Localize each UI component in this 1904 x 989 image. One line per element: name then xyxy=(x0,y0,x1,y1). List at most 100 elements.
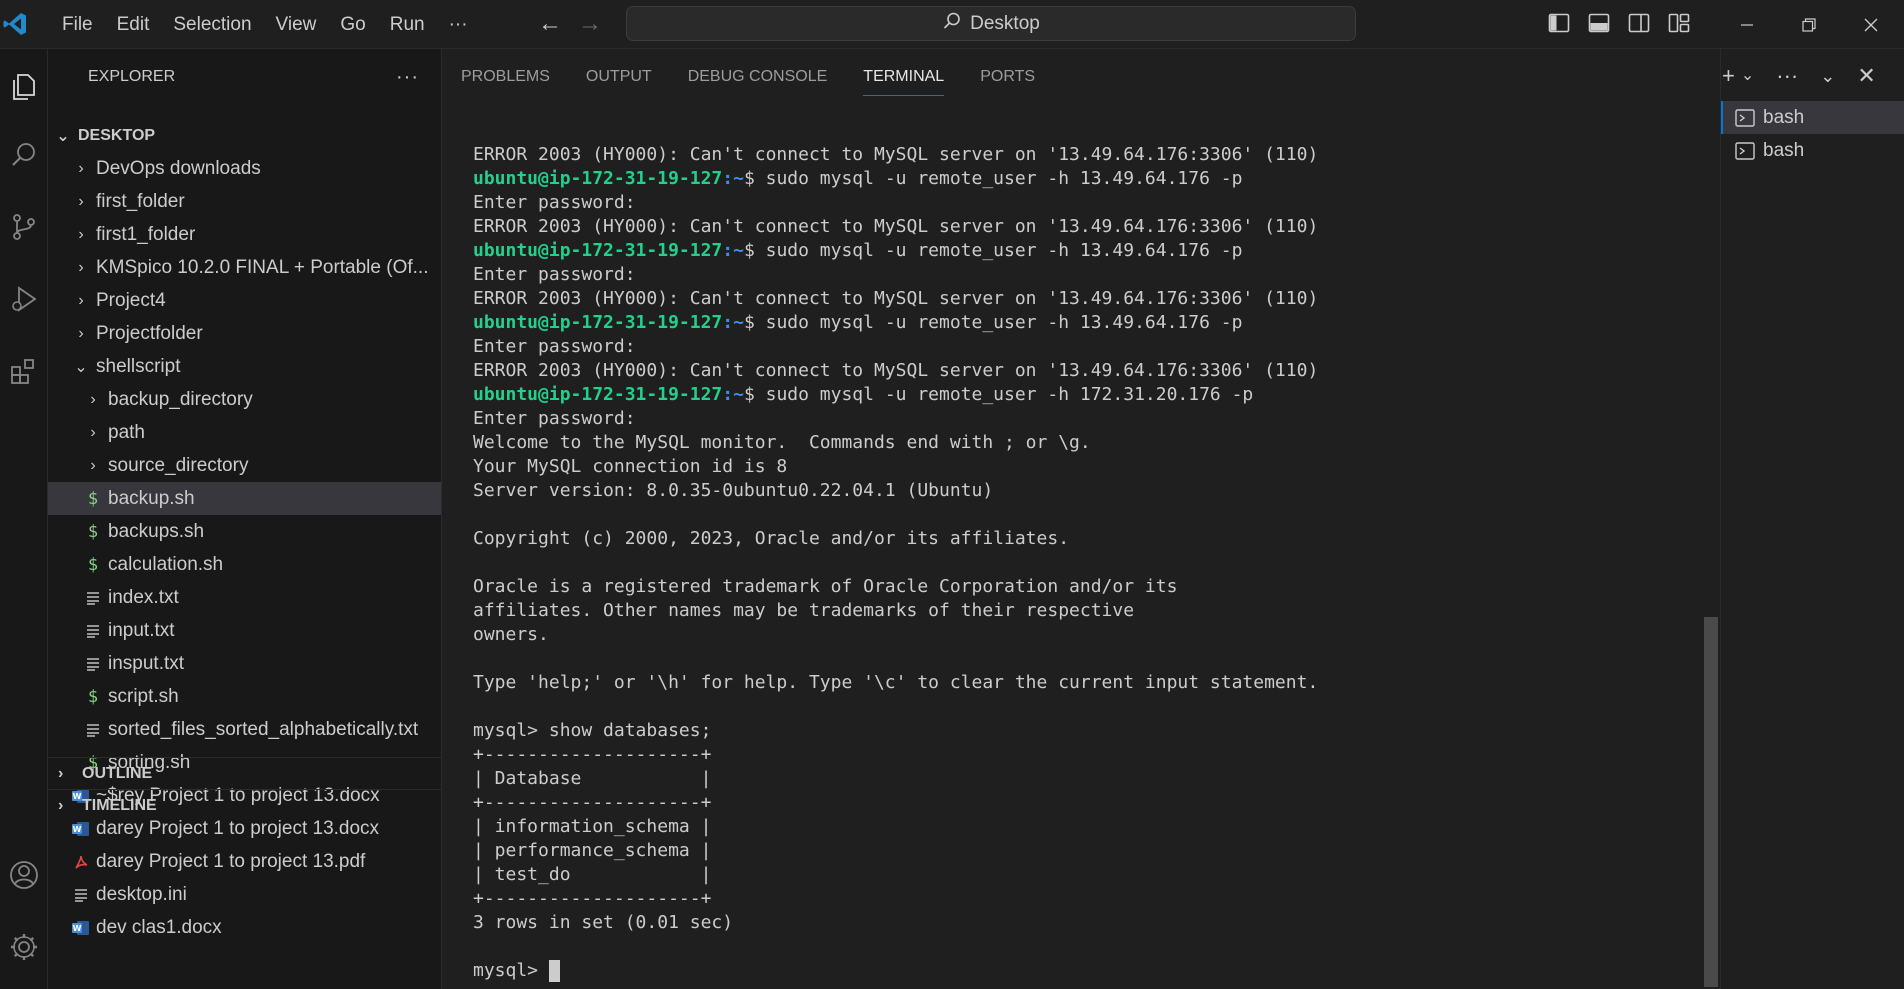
prompt-path: :~ xyxy=(722,168,744,189)
tree-file[interactable]: $ script.sh xyxy=(48,680,441,713)
timeline-label: TIMELINE xyxy=(82,796,157,814)
tree-folder[interactable]: › Project4 xyxy=(48,284,441,317)
terminal-line: mysql> xyxy=(473,959,1318,983)
terminal-line: Enter password: xyxy=(473,407,1318,431)
more-actions-icon[interactable]: ··· xyxy=(1776,62,1798,90)
output-text: Copyright (c) 2000, 2023, Oracle and/or … xyxy=(473,528,1070,549)
explorer-header: EXPLORER ··· xyxy=(48,49,441,105)
customize-layout-icon[interactable] xyxy=(1668,12,1690,39)
search-view-icon[interactable] xyxy=(4,135,44,175)
tree-folder[interactable]: › path xyxy=(48,416,441,449)
tree-file[interactable]: sorted_files_sorted_alphabetically.txt xyxy=(48,713,441,746)
tab-problems[interactable]: PROBLEMS xyxy=(443,49,568,105)
toggle-panel-icon[interactable] xyxy=(1588,12,1610,39)
outline-section[interactable]: › OUTLINE xyxy=(48,757,441,789)
text-file-icon xyxy=(84,657,102,671)
tree-folder[interactable]: › backup_directory xyxy=(48,383,441,416)
output-text: Type 'help;' or '\h' for help. Type '\c'… xyxy=(473,672,1319,693)
explorer-sidebar: EXPLORER ··· ⌄ DESKTOP › DevOps downloads… xyxy=(48,49,442,989)
tree-folder[interactable]: ⌄ shellscript xyxy=(48,350,441,383)
menu-more-icon[interactable]: ··· xyxy=(437,0,480,49)
terminal-line: +--------------------+ xyxy=(473,791,1318,815)
tab-terminal[interactable]: TERMINAL xyxy=(845,49,962,105)
tab-debug-console[interactable]: DEBUG CONSOLE xyxy=(670,49,846,105)
tab-ports[interactable]: PORTS xyxy=(962,49,1053,105)
settings-gear-icon[interactable] xyxy=(4,927,44,967)
tree-folder[interactable]: › first_folder xyxy=(48,185,441,218)
tree-file[interactable]: darey Project 1 to project 13.pdf xyxy=(48,845,441,878)
tree-file[interactable]: $ backups.sh xyxy=(48,515,441,548)
output-text: Your MySQL connection id is 8 xyxy=(473,456,788,477)
tree-file[interactable]: Wdev clas1.docx xyxy=(48,911,441,944)
toggle-primary-sidebar-icon[interactable] xyxy=(1548,12,1570,39)
layout-controls xyxy=(1548,12,1690,39)
menu-item[interactable]: Run xyxy=(378,0,437,49)
terminal-line: ubuntu@ip-172-31-19-127:~$ sudo mysql -u… xyxy=(473,383,1318,407)
new-terminal-icon[interactable]: + xyxy=(1722,62,1735,90)
tree-folder[interactable]: › KMSpico 10.2.0 FINAL + Portable (Of... xyxy=(48,251,441,284)
terminal-instance[interactable]: bash xyxy=(1721,101,1904,134)
run-debug-icon[interactable] xyxy=(4,279,44,319)
tree-item-label: first1_folder xyxy=(96,223,196,245)
terminal-output[interactable]: ERROR 2003 (HY000): Can't connect to MyS… xyxy=(473,143,1318,983)
shell-script-icon: $ xyxy=(87,521,99,542)
chevron-right-icon: › xyxy=(78,324,84,342)
terminal-line: 3 rows in set (0.01 sec) xyxy=(473,911,1318,935)
terminal-tabs-list: bash bash xyxy=(1720,49,1904,989)
new-terminal-dropdown-icon[interactable]: ⌄ xyxy=(1741,62,1754,90)
tab-output[interactable]: OUTPUT xyxy=(568,49,670,105)
source-control-icon[interactable] xyxy=(4,207,44,247)
prompt-user: ubuntu@ip-172-31-19-127 xyxy=(473,312,723,333)
output-text: | information_schema | xyxy=(473,816,712,837)
tree-folder[interactable]: › source_directory xyxy=(48,449,441,482)
tree-item-label: insput.txt xyxy=(108,652,185,674)
tree-file[interactable]: insput.txt xyxy=(48,647,441,680)
vscode-logo-icon xyxy=(0,9,30,39)
tree-file[interactable]: $ calculation.sh xyxy=(48,548,441,581)
tree-file[interactable]: input.txt xyxy=(48,614,441,647)
tree-item-label: backup_directory xyxy=(108,388,253,410)
tree-file[interactable]: desktop.ini xyxy=(48,878,441,911)
menu-item[interactable]: Edit xyxy=(105,0,162,49)
close-window-icon[interactable] xyxy=(1840,0,1902,49)
tree-item-label: desktop.ini xyxy=(96,883,187,905)
account-icon[interactable] xyxy=(4,855,44,895)
minimize-icon[interactable] xyxy=(1716,0,1778,49)
timeline-section[interactable]: › TIMELINE xyxy=(48,789,441,821)
workspace-root-desktop[interactable]: ⌄ DESKTOP xyxy=(48,119,441,152)
terminal-instance[interactable]: bash xyxy=(1721,134,1904,167)
maximize-panel-icon[interactable]: ⌄ xyxy=(1820,62,1835,90)
command-center-search[interactable]: Desktop xyxy=(626,6,1356,41)
toggle-secondary-sidebar-icon[interactable] xyxy=(1628,12,1650,39)
terminal-line: mysql> show databases; xyxy=(473,719,1318,743)
tree-folder[interactable]: › DevOps downloads xyxy=(48,152,441,185)
forward-arrow-icon[interactable]: → xyxy=(578,10,602,38)
menu-item[interactable]: View xyxy=(264,0,329,49)
tree-file[interactable]: $ backup.sh xyxy=(48,482,441,515)
terminal-line: ubuntu@ip-172-31-19-127:~$ sudo mysql -u… xyxy=(473,167,1318,191)
window-controls xyxy=(1716,0,1902,49)
menu-item[interactable]: File xyxy=(50,0,105,49)
explorer-more-actions-icon[interactable]: ··· xyxy=(396,66,419,89)
terminal-line: Copyright (c) 2000, 2023, Oracle and/or … xyxy=(473,527,1318,551)
close-panel-icon[interactable]: ✕ xyxy=(1857,62,1875,90)
terminal-scrollbar[interactable] xyxy=(1704,617,1718,987)
chevron-right-icon: › xyxy=(90,423,96,441)
menu-item[interactable]: Go xyxy=(328,0,377,49)
tree-item-label: dev clas1.docx xyxy=(96,916,222,938)
tree-file[interactable]: index.txt xyxy=(48,581,441,614)
tree-item-label: sorted_files_sorted_alphabetically.txt xyxy=(108,718,419,740)
search-label: Desktop xyxy=(970,12,1040,34)
explorer-files-icon[interactable] xyxy=(4,67,44,107)
chevron-right-icon: › xyxy=(78,258,84,276)
tree-folder[interactable]: › Projectfolder xyxy=(48,317,441,350)
tree-item-label: source_directory xyxy=(108,454,249,476)
menu-item[interactable]: Selection xyxy=(161,0,263,49)
tree-folder[interactable]: › first1_folder xyxy=(48,218,441,251)
terminal-line: owners. xyxy=(473,623,1318,647)
back-arrow-icon[interactable]: ← xyxy=(538,10,562,38)
extensions-icon[interactable] xyxy=(4,351,44,391)
restore-icon[interactable] xyxy=(1778,0,1840,49)
output-text: owners. xyxy=(473,624,549,645)
